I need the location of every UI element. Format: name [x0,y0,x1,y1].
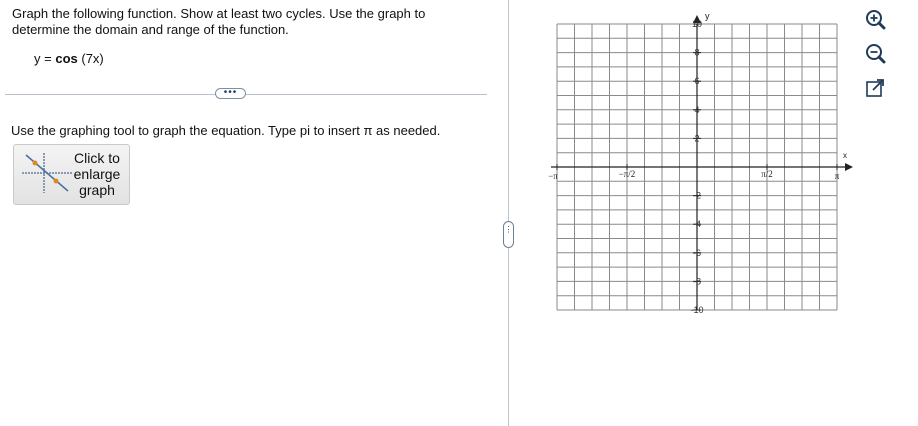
y-tick-label: -10 [690,305,703,315]
expand-button[interactable]: ••• [215,88,246,99]
splitter-handle-dots: ⋮ [504,225,513,234]
equation-argument: (7x) [81,51,104,66]
graph-area[interactable]: x y −π −π/2 π/2 π 10 8 6 4 2 -2 -4 -6 -8 -10 [540,8,858,320]
x-tick-label: π/2 [761,169,773,179]
y-tick-label: 4 [694,105,699,115]
zoom-in-button[interactable] [864,8,886,30]
question-prompt: Graph the following function. Show at le… [12,6,426,37]
zoom-out-icon [866,44,886,64]
enlarge-graph-button[interactable]: Click to enlarge graph [13,144,130,205]
instruction-text: Use the graphing tool to graph the equat… [11,123,441,138]
popout-button[interactable] [864,77,886,99]
enlarge-button-label: Click to enlarge graph [72,150,122,198]
x-tick-label: −π [548,171,558,181]
zoom-out-button[interactable] [864,42,886,64]
x-axis-label: x [843,151,847,160]
y-tick-label: 8 [694,48,699,58]
x-axis-arrow [845,163,853,171]
splitter-handle[interactable]: ⋮ [503,221,514,248]
enlarge-label-line2: enlarge [73,166,121,182]
y-tick-label: 6 [694,76,699,86]
section-divider [5,94,487,95]
panel-splitter [508,0,509,426]
y-tick-label: -8 [693,276,701,286]
equation-lhs: y = [34,51,52,66]
equation-function: cos [55,51,78,66]
equation: y = cos (7x) [34,51,104,66]
y-tick-label: -4 [693,219,701,229]
y-tick-label: 10 [692,19,702,29]
y-axis-label: y [705,11,710,21]
graph-thumbnail-icon [22,153,72,193]
popout-icon [866,79,884,97]
enlarge-label-line3: graph [79,182,115,198]
x-tick-label: π [835,171,840,181]
enlarge-label-line1: Click to [74,150,120,166]
y-tick-label: -2 [693,191,701,201]
y-tick-label: 2 [694,133,699,143]
zoom-in-icon [866,10,886,30]
y-tick-label: -6 [693,248,701,258]
x-tick-label: −π/2 [619,169,636,179]
